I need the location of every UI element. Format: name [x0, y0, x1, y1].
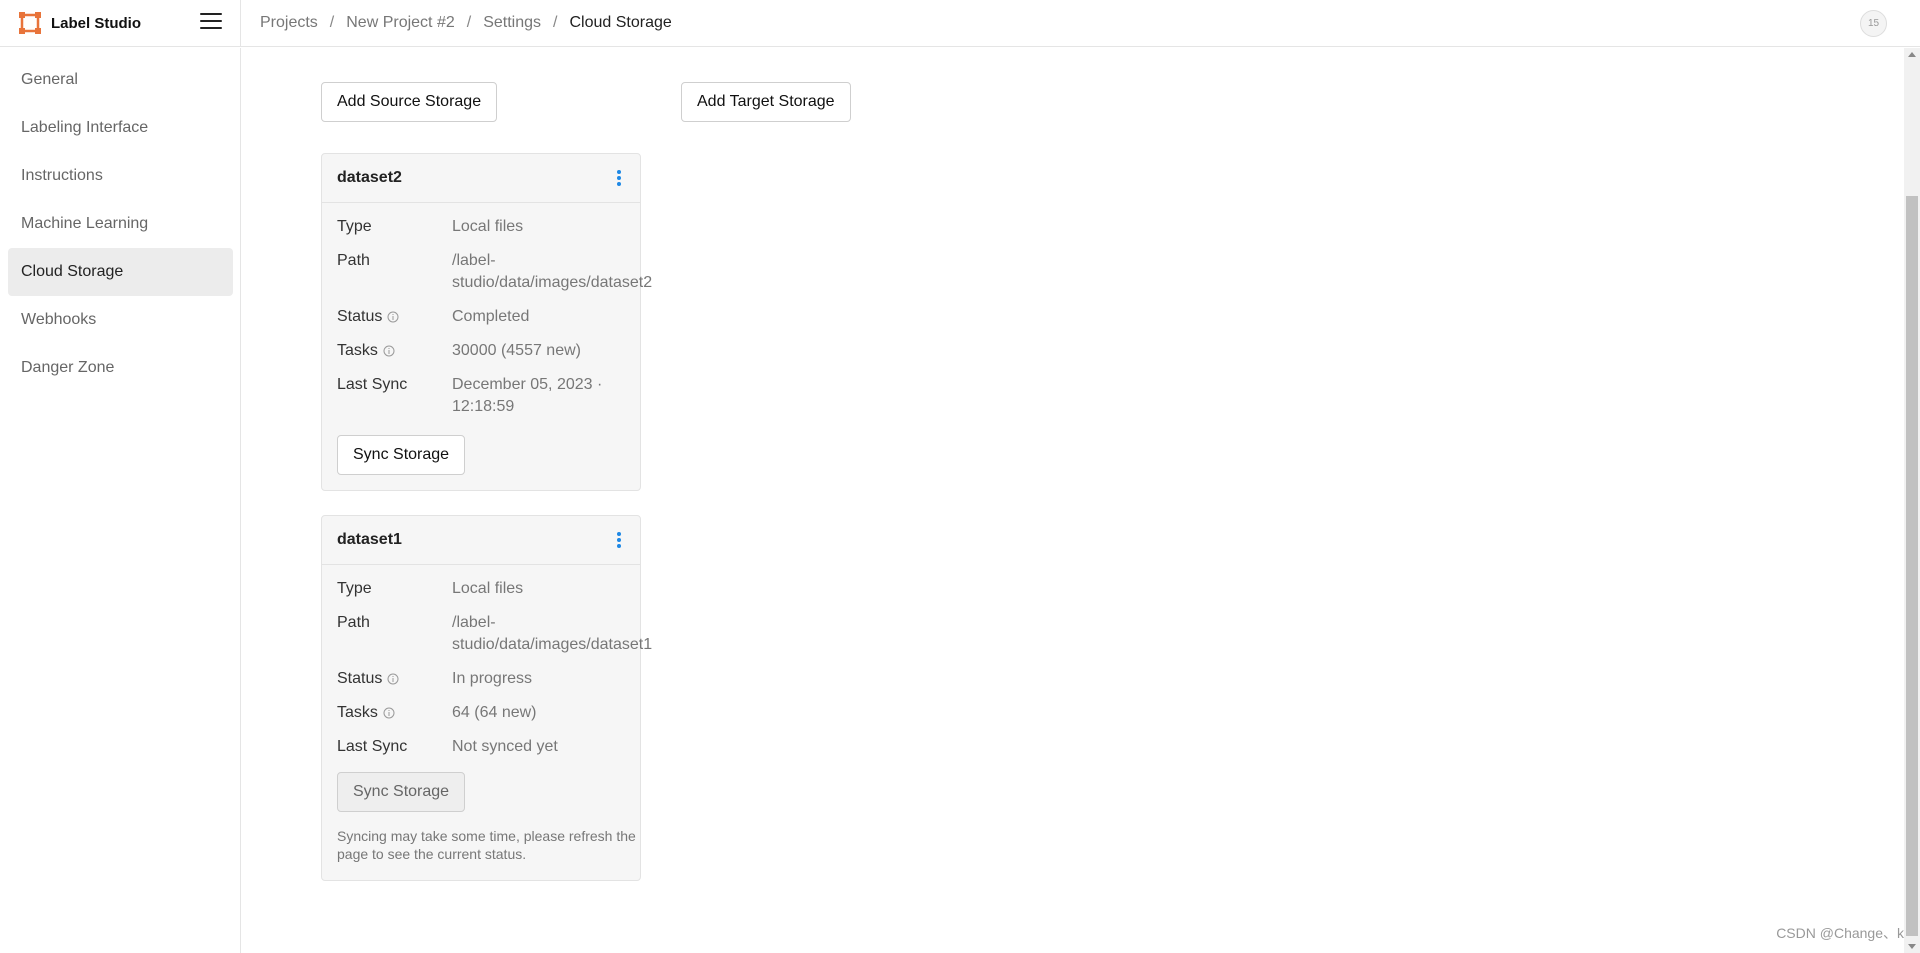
status-label: Status: [337, 308, 383, 325]
path-line: /label-: [452, 252, 496, 269]
top-bar: Label Studio Projects / New Project #2 /…: [0, 0, 1920, 47]
tasks-value: 64 (64 new): [452, 704, 537, 721]
breadcrumb-project[interactable]: New Project #2: [346, 14, 455, 32]
tasks-value: 30000 (4557 new): [452, 342, 581, 359]
type-label: Type: [337, 580, 372, 597]
tasks-label-wrap: Tasks: [337, 340, 452, 362]
label-studio-logo-icon: [19, 12, 41, 34]
path-line: /label-: [452, 614, 496, 631]
sidebar-item-machine-learning[interactable]: Machine Learning: [8, 200, 233, 248]
sidebar-item-danger-zone[interactable]: Danger Zone: [8, 344, 233, 392]
last-sync-date: December 05, 2023 ·: [452, 376, 603, 393]
brand[interactable]: Label Studio: [19, 12, 141, 34]
status-value: Completed: [452, 308, 530, 325]
sidebar-item-instructions[interactable]: Instructions: [8, 152, 233, 200]
last-sync-label: Last Sync: [337, 376, 408, 393]
storage-card: dataset2 Type Local files Path /label- s…: [321, 153, 652, 491]
tasks-label: Tasks: [337, 704, 378, 721]
topbar-divider: [240, 0, 241, 47]
storage-card-header: dataset2: [322, 154, 640, 203]
status-label-wrap: Status: [337, 668, 452, 690]
breadcrumb-settings[interactable]: Settings: [483, 14, 541, 32]
info-icon[interactable]: [383, 345, 395, 357]
more-options-icon[interactable]: [616, 532, 622, 550]
breadcrumb-separator: /: [329, 14, 335, 31]
tasks-label: Tasks: [337, 342, 378, 359]
sync-storage-button[interactable]: Sync Storage: [337, 435, 466, 475]
breadcrumb: Projects / New Project #2 / Settings / C…: [260, 14, 672, 32]
path-value: /label- studio/data/images/dataset1: [452, 612, 667, 656]
type-value: Local files: [452, 218, 524, 235]
watermark: CSDN @Change、k: [1776, 925, 1904, 941]
info-icon[interactable]: [387, 673, 399, 685]
add-target-storage-button[interactable]: Add Target Storage: [681, 82, 851, 122]
sidebar-item-cloud-storage[interactable]: Cloud Storage: [8, 248, 233, 296]
sidebar-item-labeling-interface[interactable]: Labeling Interface: [8, 104, 233, 152]
scroll-down-arrow-icon[interactable]: [1908, 944, 1916, 949]
status-value: In progress: [452, 670, 533, 687]
avatar[interactable]: 15: [1860, 10, 1887, 37]
info-icon[interactable]: [383, 707, 395, 719]
scroll-up-arrow-icon[interactable]: [1908, 52, 1916, 57]
storage-card: dataset1 Type Local files Path /label- s…: [321, 515, 652, 881]
breadcrumb-separator: /: [553, 14, 558, 31]
app-name: Label Studio: [51, 14, 141, 32]
breadcrumb-projects[interactable]: Projects: [260, 14, 318, 32]
path-line: studio/data/images/dataset2: [452, 274, 653, 291]
vertical-scrollbar[interactable]: [1904, 48, 1920, 953]
sync-storage-button[interactable]: Sync Storage: [337, 772, 466, 812]
type-label: Type: [337, 218, 372, 235]
breadcrumb-cloud-storage: Cloud Storage: [569, 14, 672, 31]
tasks-label-wrap: Tasks: [337, 702, 452, 724]
last-sync-label: Last Sync: [337, 738, 408, 755]
storage-title: dataset2: [337, 169, 402, 186]
storage-title: dataset1: [337, 531, 402, 548]
storage-card-header: dataset1: [322, 516, 640, 565]
last-sync-value: Not synced yet: [452, 738, 558, 755]
status-label-wrap: Status: [337, 306, 452, 328]
add-source-storage-button[interactable]: Add Source Storage: [321, 82, 498, 122]
type-value: Local files: [452, 580, 524, 597]
sync-hint-text: Syncing may take some time, please refre…: [337, 828, 636, 862]
status-label: Status: [337, 670, 383, 687]
hamburger-menu-icon[interactable]: [200, 13, 222, 33]
scroll-thumb[interactable]: [1906, 196, 1918, 936]
main-content: Add Source Storage Add Target Storage da…: [241, 48, 1904, 953]
sidebar-item-general[interactable]: General: [8, 56, 233, 104]
path-line: studio/data/images/dataset1: [452, 636, 653, 653]
more-options-icon[interactable]: [616, 170, 622, 188]
last-sync-value: December 05, 2023 · 12:18:59: [452, 374, 667, 418]
settings-sidebar: General Labeling Interface Instructions …: [0, 48, 241, 953]
last-sync-time: 12:18:59: [452, 398, 515, 415]
breadcrumb-separator: /: [466, 14, 472, 31]
sidebar-item-webhooks[interactable]: Webhooks: [8, 296, 233, 344]
path-label: Path: [337, 614, 370, 631]
path-value: /label- studio/data/images/dataset2: [452, 250, 667, 294]
path-label: Path: [337, 252, 370, 269]
info-icon[interactable]: [387, 311, 399, 323]
